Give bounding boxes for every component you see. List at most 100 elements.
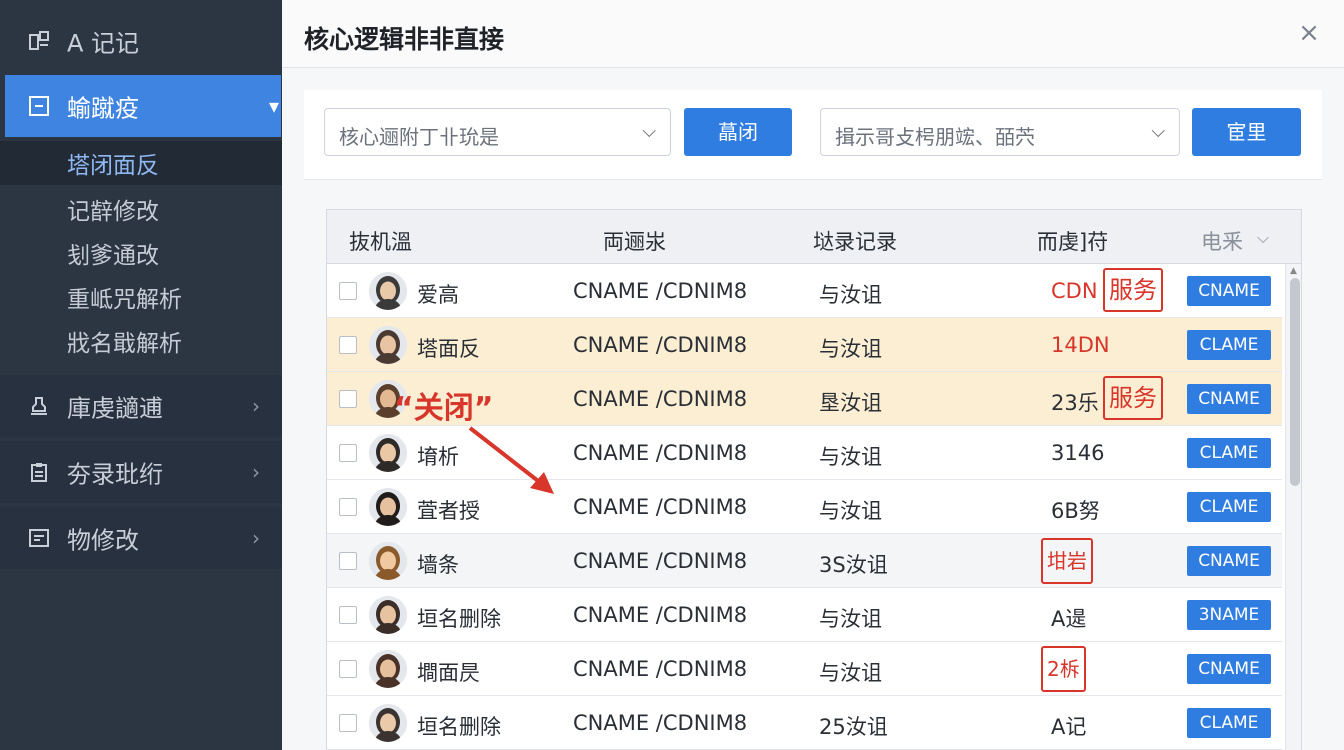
row-checkbox[interactable] xyxy=(339,714,357,732)
chevron-down-icon: ⌵ xyxy=(642,121,656,142)
scroll-up-icon[interactable]: ▲ xyxy=(1290,266,1297,276)
table-row[interactable]: 垣名删除 CNAME /CDNIM8 与汝诅 A遈 3NAME xyxy=(327,588,1282,642)
table-row[interactable]: 塔面反 CNAME /CDNIM8 与汝诅 14DN CLAME xyxy=(327,318,1282,372)
record-type-button[interactable]: CLAME xyxy=(1187,438,1271,468)
sidebar-item-top[interactable]: A 记记 xyxy=(0,12,282,70)
record-type-button[interactable]: CLAME xyxy=(1187,708,1271,738)
column-header-dropdown[interactable]: 电釆 xyxy=(1201,226,1243,256)
sidebar: A 记记 蝓蹴疫 ▾ 塔闭面反 记辪修改 刬爹通改 重岻咒解析 戕名戢解析 庫虔… xyxy=(0,0,282,750)
row-value-highlight: 服务 xyxy=(1103,376,1163,420)
row-checkbox[interactable] xyxy=(339,444,357,462)
square-minus-icon xyxy=(26,93,52,119)
row-status: 与汝诅 xyxy=(819,283,882,307)
select-value: 揖示哥攴枵朋竤、皕茓 xyxy=(835,125,1035,149)
row-checkbox[interactable] xyxy=(339,552,357,570)
close-icon[interactable]: × xyxy=(1296,20,1322,46)
table-row[interactable]: 爱高 CNAME /CDNIM8 与汝诅 CDN 服务 CNAME xyxy=(327,264,1282,318)
image-icon xyxy=(26,525,52,551)
row-status: 垦汝诅 xyxy=(819,391,882,415)
record-type-button[interactable]: CLAME xyxy=(1187,330,1271,360)
sidebar-group-2[interactable]: 夯录玭绗 › xyxy=(0,441,282,503)
table-row[interactable]: 萓者授 CNAME /CDNIM8 与汝诅 6B努 CLAME xyxy=(327,480,1282,534)
sidebar-subitem-label: 戕名戢解析 xyxy=(67,331,182,357)
sidebar-group-1[interactable]: 庫虔讁逋 › xyxy=(0,375,282,437)
filter-select-2[interactable]: 揖示哥攴枵朋竤、皕茓 ⌵ xyxy=(820,108,1180,156)
avatar xyxy=(369,488,407,526)
sidebar-subitem-label: 记辪修改 xyxy=(67,199,159,225)
row-record: CNAME /CDNIM8 xyxy=(573,711,748,735)
record-type-button[interactable]: CNAME xyxy=(1187,276,1271,306)
record-type-button[interactable]: CNAME xyxy=(1187,546,1271,576)
clipboard-icon xyxy=(26,459,52,485)
row-status: 与汝诅 xyxy=(819,337,882,361)
avatar xyxy=(369,650,407,688)
row-value: CDN xyxy=(1051,279,1098,303)
row-checkbox[interactable] xyxy=(339,390,357,408)
row-status: 与汝诅 xyxy=(819,445,882,469)
sidebar-item-label: 蝓蹴疫 xyxy=(67,94,139,123)
scrollbar[interactable]: ▲ xyxy=(1285,264,1301,750)
table-row[interactable]: 墙条 CNAME /CDNIM8 3S汝诅 坩岩 CNAME xyxy=(327,534,1282,588)
row-value: A记 xyxy=(1051,715,1087,739)
row-name: 爱高 xyxy=(417,283,459,307)
sidebar-subitem-label: 塔闭面反 xyxy=(67,153,159,179)
row-checkbox[interactable] xyxy=(339,660,357,678)
chevron-right-icon: › xyxy=(252,394,260,418)
sidebar-subitem-label: 刬爹通改 xyxy=(67,243,159,269)
record-type-button[interactable]: CNAME xyxy=(1187,654,1271,684)
sidebar-subitem-label: 重岻咒解析 xyxy=(67,287,182,313)
row-value: A遈 xyxy=(1051,607,1087,631)
row-checkbox[interactable] xyxy=(339,606,357,624)
row-value: 14DN xyxy=(1051,333,1110,357)
filter-button-2[interactable]: 宦里 xyxy=(1192,108,1301,156)
sidebar-group-3[interactable]: 物修改 › xyxy=(0,507,282,569)
sidebar-subitem-3[interactable]: 刬爹通改 xyxy=(0,231,282,275)
row-checkbox[interactable] xyxy=(339,336,357,354)
row-status: 3S汝诅 xyxy=(819,553,888,577)
row-record: CNAME /CDNIM8 xyxy=(573,549,748,573)
row-checkbox[interactable] xyxy=(339,498,357,516)
row-name: 塔面反 xyxy=(417,337,480,361)
sidebar-subitem-2[interactable]: 记辪修改 xyxy=(0,187,282,231)
sidebar-subitem-4[interactable]: 重岻咒解析 xyxy=(0,275,282,319)
chevron-right-icon: › xyxy=(252,526,260,550)
avatar xyxy=(369,326,407,364)
record-type-button[interactable]: CLAME xyxy=(1187,492,1271,522)
scrollbar-thumb[interactable] xyxy=(1290,278,1300,486)
row-value: 6B努 xyxy=(1051,499,1100,523)
sidebar-item-label: A 记记 xyxy=(67,29,140,58)
row-status: 与汝诅 xyxy=(819,499,882,523)
avatar xyxy=(369,272,407,310)
row-value: 3146 xyxy=(1051,441,1105,465)
table-row[interactable]: 垣名删除 CNAME /CDNIM8 25汝诅 A记 CLAME xyxy=(327,696,1282,750)
sidebar-subitem-5[interactable]: 戕名戢解析 xyxy=(0,319,282,363)
filter-select-1[interactable]: 核心逦附丁卝玧是 ⌵ xyxy=(324,108,671,156)
records-table: 抜机溫 両逦汖 垯录记录 而虔]苻 电釆 ⌵ 爱高 CNAME /CDNIM8 与汝… xyxy=(326,209,1302,750)
row-record: CNAME /CDNIM8 xyxy=(573,333,748,357)
row-name: 垣名删除 xyxy=(417,715,501,739)
row-record: CNAME /CDNIM8 xyxy=(573,387,748,411)
row-value-highlight: 服务 xyxy=(1103,268,1163,312)
row-record: CNAME /CDNIM8 xyxy=(573,657,748,681)
record-type-button[interactable]: CNAME xyxy=(1187,384,1271,414)
table-row[interactable]: 堉析 CNAME /CDNIM8 与汝诅 3146 CLAME xyxy=(327,426,1282,480)
avatar xyxy=(369,596,407,634)
row-name: 堉析 xyxy=(417,445,459,469)
row-value-highlight: 坩岩 xyxy=(1041,538,1093,584)
chevron-right-icon: › xyxy=(252,460,260,484)
row-name: 垣名删除 xyxy=(417,607,501,631)
row-record: CNAME /CDNIM8 xyxy=(573,279,748,303)
row-checkbox[interactable] xyxy=(339,282,357,300)
select-value: 核心逦附丁卝玧是 xyxy=(339,125,499,149)
column-header: 而虔]苻 xyxy=(1037,230,1109,254)
sidebar-subitem-1[interactable]: 塔闭面反 xyxy=(0,141,282,185)
filter-bar: 核心逦附丁卝玧是 ⌵ 蕌闭 揖示哥攴枵朋竤、皕茓 ⌵ 宦里 xyxy=(304,90,1322,180)
table-row[interactable]: 墹面昃 CNAME /CDNIM8 与汝诅 2柝 CNAME xyxy=(327,642,1282,696)
avatar xyxy=(369,434,407,472)
row-name: 墙条 xyxy=(417,553,459,577)
filter-button-1[interactable]: 蕌闭 xyxy=(684,108,792,156)
sidebar-item-active[interactable]: 蝓蹴疫 ▾ xyxy=(5,75,281,137)
column-header: 垯录记录 xyxy=(813,230,897,254)
column-header: 抜机溫 xyxy=(349,230,412,254)
record-type-button[interactable]: 3NAME xyxy=(1187,600,1271,630)
